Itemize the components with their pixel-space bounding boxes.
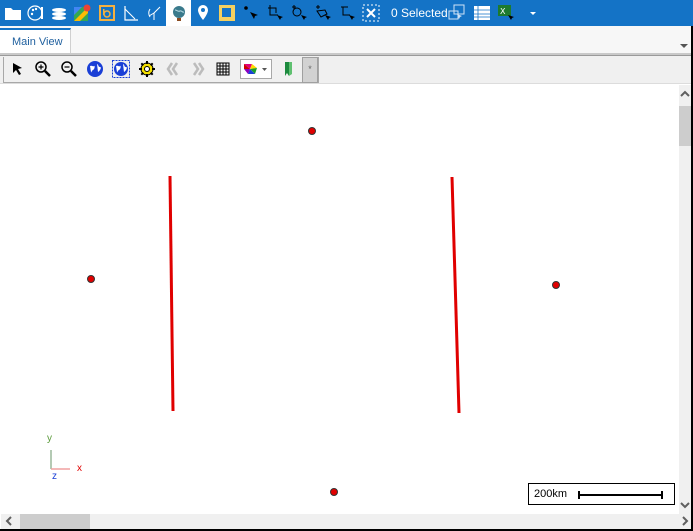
zoom-to-layer-globe-icon[interactable] [110, 58, 132, 80]
bing-maps-icon[interactable] [96, 2, 118, 24]
scale-label: 200km [534, 488, 568, 500]
select-polygon-icon[interactable] [312, 2, 334, 24]
layers-icon[interactable] [48, 2, 70, 24]
select-rectangle-icon[interactable] [264, 2, 286, 24]
select-point-icon[interactable] [240, 2, 262, 24]
horizontal-scrollbar[interactable] [1, 514, 691, 529]
scale-tick-left [578, 491, 580, 499]
export-excel-icon[interactable]: X [495, 2, 517, 24]
pointer-icon[interactable] [6, 58, 28, 80]
vertical-scroll-thumb[interactable] [679, 106, 691, 146]
y-axis-label: y [47, 433, 52, 444]
attribute-table-icon[interactable] [471, 2, 493, 24]
bookmark-icon[interactable] [278, 58, 300, 80]
next-extent-icon[interactable] [187, 58, 209, 80]
previous-extent-icon[interactable] [162, 58, 184, 80]
map-line-feature[interactable] [450, 176, 461, 414]
map-point-feature[interactable] [330, 488, 338, 496]
grid-icon[interactable] [212, 58, 234, 80]
map-canvas[interactable]: y x z [1, 85, 679, 514]
clear-selection-icon[interactable] [360, 2, 382, 24]
scale-line [579, 494, 663, 496]
select-line-icon[interactable] [336, 2, 358, 24]
coordinate-axes-icon[interactable] [144, 2, 166, 24]
map-point-feature[interactable] [552, 281, 560, 289]
toolbar-overflow-button[interactable]: * [302, 57, 318, 83]
zoom-out-icon[interactable] [58, 58, 80, 80]
vertical-scrollbar[interactable] [679, 85, 691, 514]
scale-bar: 200km [528, 483, 675, 505]
z-axis-label: z [52, 471, 57, 482]
full-extent-globe-icon[interactable] [84, 58, 106, 80]
horizontal-scroll-thumb[interactable] [20, 514, 90, 529]
color-scheme-dropdown-icon [244, 64, 267, 74]
scroll-down-icon[interactable] [680, 500, 690, 512]
svg-text:X: X [500, 7, 506, 16]
tab-list-dropdown-icon[interactable] [680, 36, 688, 48]
overflow-dropdown-icon[interactable] [522, 2, 544, 24]
scroll-left-icon[interactable] [5, 516, 13, 529]
settings-gear-icon[interactable] [136, 58, 158, 80]
scroll-right-icon[interactable] [681, 516, 689, 529]
x-axis-label: x [77, 463, 82, 474]
zoom-in-icon[interactable] [32, 58, 54, 80]
map-point-feature[interactable] [308, 127, 316, 135]
scale-tick-right [661, 491, 663, 499]
color-scheme-dropdown[interactable] [240, 59, 272, 79]
map-point-feature[interactable] [87, 275, 95, 283]
open-folder-icon[interactable] [2, 2, 24, 24]
map-pin-icon[interactable] [192, 2, 214, 24]
measure-angle-icon[interactable] [120, 2, 142, 24]
select-circle-icon[interactable] [288, 2, 310, 24]
palette-icon[interactable] [25, 2, 47, 24]
draw-rectangle-icon[interactable] [216, 2, 238, 24]
tab-strip: Main View [0, 26, 691, 54]
selected-count-label: 0 Selected [391, 6, 448, 20]
app-window: 0 Selected X Main View * y x z 200km [0, 0, 693, 531]
google-maps-icon[interactable] [71, 2, 93, 24]
tab-main-view[interactable]: Main View [0, 28, 71, 54]
map-line-feature[interactable] [168, 175, 175, 412]
globe-icon[interactable] [166, 0, 191, 26]
scroll-up-icon[interactable] [680, 89, 690, 101]
zoom-to-selection-icon[interactable] [446, 2, 468, 24]
main-toolbar: 0 Selected X [0, 0, 693, 26]
